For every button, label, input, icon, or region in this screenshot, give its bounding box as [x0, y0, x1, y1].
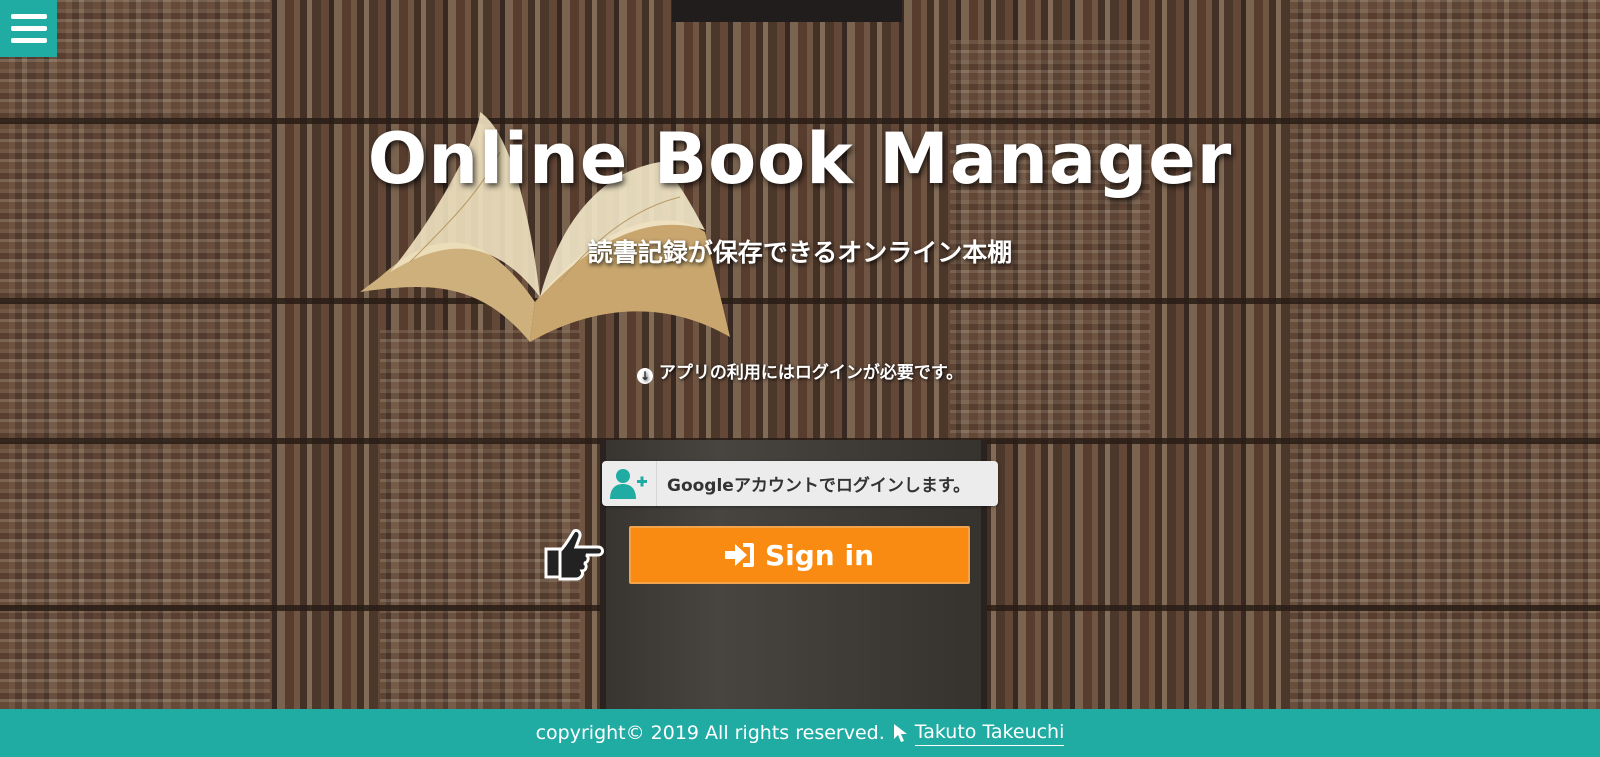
- page-title: Online Book Manager: [367, 118, 1233, 200]
- copyright-text: copyright© 2019 All rights reserved.: [535, 722, 885, 744]
- footer: copyright© 2019 All rights reserved. Tak…: [0, 709, 1600, 757]
- page-subtitle: 読書記録が保存できるオンライン本棚: [587, 238, 1013, 267]
- google-login-label: Googleアカウントでログインします。: [667, 476, 971, 496]
- author-link[interactable]: Takuto Takeuchi: [914, 721, 1065, 746]
- sign-in-label: Sign in: [764, 538, 875, 572]
- arrow-down-circle-icon: ↓: [636, 368, 653, 384]
- login-required-notice: ↓ アプリの利用にはログインが必要です。: [0, 358, 1600, 384]
- hamburger-menu-button[interactable]: [0, 0, 57, 57]
- google-login-info: Googleアカウントでログインします。: [602, 461, 998, 506]
- hamburger-menu-icon: [10, 14, 47, 19]
- mouse-pointer-icon: [893, 724, 907, 742]
- notice-text: アプリの利用にはログインが必要です。: [658, 363, 964, 383]
- hand-pointing-right-icon: [544, 529, 604, 581]
- sign-in-button[interactable]: Sign in: [629, 526, 970, 584]
- sign-in-icon: [724, 543, 754, 567]
- user-plus-icon: [602, 461, 657, 506]
